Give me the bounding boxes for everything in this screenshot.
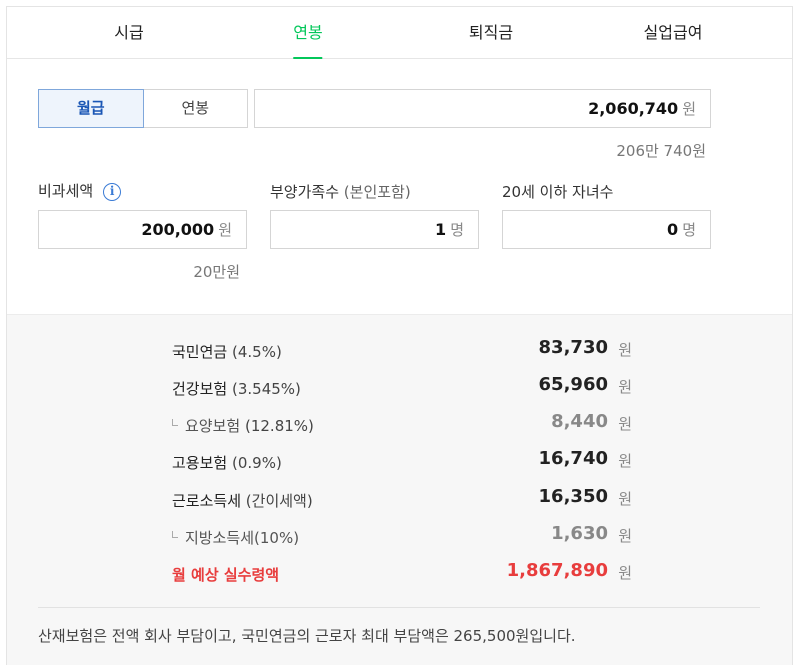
income-tax-label-group: 근로소득세 (간이세액) [172,490,313,511]
salary-input[interactable]: 2,060,740 원 [254,89,711,128]
local-tax-label-group: 지방소득세(10%) [172,527,299,548]
income-tax-unit: 원 [618,490,632,508]
pension-label-group: 국민연금 (4.5%) [172,341,282,362]
dependents-input[interactable]: 1명 [270,210,479,249]
local-tax-amount: 1,630 [551,523,608,544]
net-pay-amount: 1,867,890 [506,560,608,581]
health-rate: (3.545%) [231,380,301,398]
health-amount: 65,960 [538,374,608,395]
info-icon[interactable]: i [103,183,122,201]
tab-annual[interactable]: 연봉 [293,7,324,59]
dependents-label: 부양가족수 [270,183,340,201]
children-value: 0 [667,220,679,239]
care-label-group: 요양보험 (12.81%) [172,415,314,436]
tab-bar: 시급 연봉 퇴직금 실업급여 [7,7,792,59]
care-rate: (12.81%) [244,417,314,435]
care-amount: 8,440 [551,411,608,432]
pension-unit: 원 [618,341,632,359]
income-tax-row: 근로소득세 (간이세액) 16,350 원 [172,486,632,512]
employment-insurance-row: 고용보험 (0.9%) 16,740 원 [172,448,632,474]
result-divider [38,607,760,608]
local-tax-label: 지방소득세(10%) [185,529,300,547]
sub-item-corner-icon [172,531,178,538]
children-unit: 명 [682,221,696,239]
dependents-label-group: 부양가족수 (본인포함) [270,181,411,202]
employment-label-group: 고용보험 (0.9%) [172,452,282,473]
income-tax-label: 근로소득세 [172,492,242,510]
annual-toggle-button[interactable]: 연봉 [144,90,248,127]
health-insurance-row: 건강보험 (3.545%) 65,960 원 [172,374,632,400]
pension-label: 국민연금 [172,343,228,361]
employment-unit: 원 [618,452,632,470]
care-insurance-row: 요양보험 (12.81%) 8,440 원 [172,411,632,437]
pension-amount: 83,730 [538,337,608,358]
dependents-label-sub: (본인포함) [343,183,411,201]
monthly-toggle-button[interactable]: 월급 [38,89,144,128]
sub-item-corner-icon [172,419,178,426]
dependents-value: 1 [435,220,447,239]
care-unit: 원 [618,415,632,433]
pension-rate: (4.5%) [231,343,282,361]
employment-label: 고용보험 [172,454,228,472]
non-taxable-label: 비과세액 [38,182,94,200]
non-taxable-value: 200,000 [141,220,215,239]
tab-unemployment[interactable]: 실업급여 [644,7,703,59]
footnote: 산재보험은 전액 회사 부담이고, 국민연금의 근로자 최대 부담액은 265,… [38,627,576,645]
non-taxable-korean-amount: 20만원 [193,263,240,281]
salary-value: 2,060,740 [588,99,679,118]
net-pay-row: 월 예상 실수령액 1,867,890 원 [172,560,632,586]
income-tax-amount: 16,350 [538,486,608,507]
salary-calculator: 시급 연봉 퇴직금 실업급여 월급 연봉 2,060,740 원 206만 740… [6,6,793,665]
dependents-unit: 명 [450,221,464,239]
tab-severance[interactable]: 퇴직금 [469,7,513,59]
health-label-group: 건강보험 (3.545%) [172,378,301,399]
income-tax-rate: (간이세액) [245,492,313,510]
children-input[interactable]: 0명 [502,210,711,249]
employment-amount: 16,740 [538,448,608,469]
salary-unit: 원 [682,100,696,118]
net-pay-label: 월 예상 실수령액 [172,566,280,584]
health-label: 건강보험 [172,380,228,398]
pay-type-toggle: 월급 연봉 [38,89,248,128]
non-taxable-unit: 원 [218,221,232,239]
net-pay-unit: 원 [618,564,632,582]
local-tax-row: 지방소득세(10%) 1,630 원 [172,523,632,549]
pension-row: 국민연금 (4.5%) 83,730 원 [172,337,632,363]
tab-hourly[interactable]: 시급 [114,7,143,59]
care-label: 요양보험 [185,417,241,435]
employment-rate: (0.9%) [231,454,282,472]
health-unit: 원 [618,378,632,396]
salary-korean-amount: 206만 740원 [616,142,706,160]
non-taxable-label-group: 비과세액 i [38,180,122,201]
local-tax-unit: 원 [618,527,632,545]
children-label: 20세 이하 자녀수 [502,183,614,201]
non-taxable-input[interactable]: 200,000 원 [38,210,247,249]
